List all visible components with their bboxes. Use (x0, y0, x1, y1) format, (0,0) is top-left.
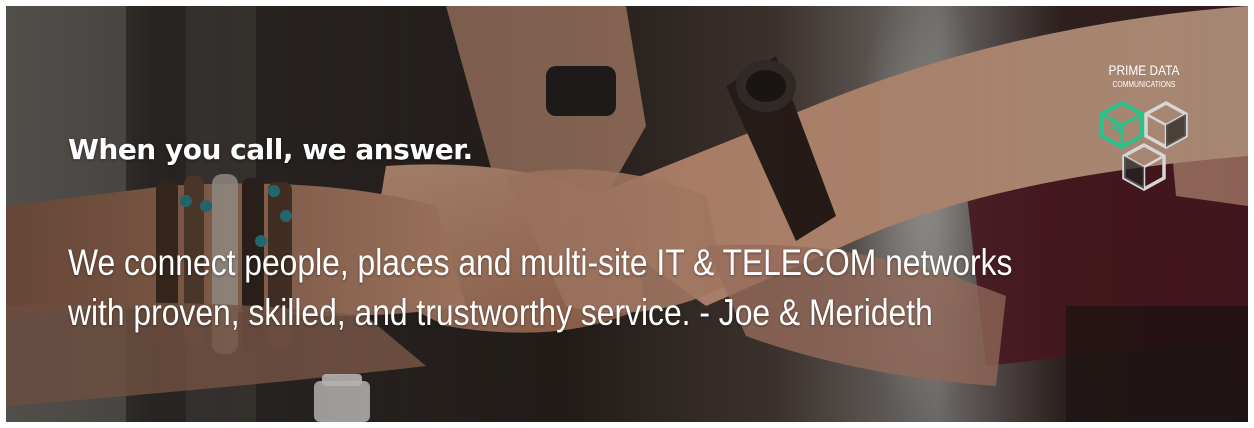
tagline-line-1: We connect people, places and multi-site… (68, 242, 1013, 283)
hero-banner: When you call, we answer. We connect peo… (6, 6, 1248, 422)
hexagon-cubes-icon (1100, 101, 1188, 191)
company-logo: PRIME DATA COMMUNICATIONS (1094, 63, 1194, 199)
tagline-line-2: with proven, skilled, and trustworthy se… (68, 292, 933, 333)
logo-name: PRIME DATA (1108, 62, 1180, 78)
logo-subtitle: COMMUNICATIONS (1112, 80, 1176, 89)
tagline: We connect people, places and multi-site… (68, 238, 1013, 338)
photo-overlay (6, 6, 1248, 422)
headline: When you call, we answer. (68, 133, 473, 166)
